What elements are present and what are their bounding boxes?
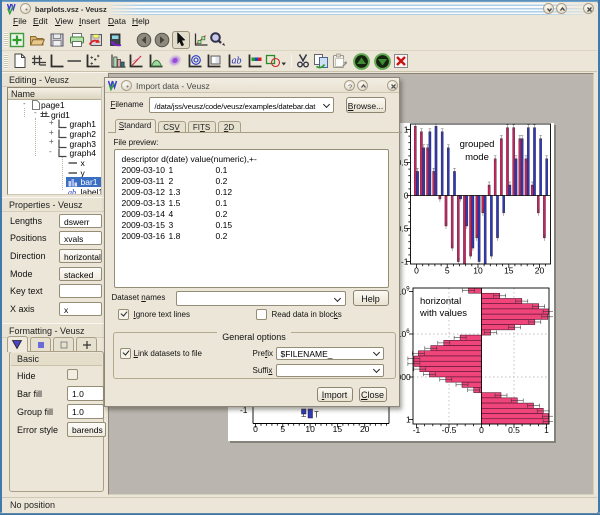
svg-text:20: 20 <box>360 424 370 434</box>
svg-text:15: 15 <box>504 266 514 276</box>
svg-text:5: 5 <box>280 424 285 434</box>
svg-text:0: 0 <box>414 266 419 276</box>
svg-text:grouped: grouped <box>460 139 495 150</box>
svg-text:0: 0 <box>253 424 258 434</box>
svg-text:ab: ab <box>68 188 76 195</box>
svg-text:0: 0 <box>404 191 409 201</box>
svg-text:1: 1 <box>544 425 549 435</box>
svg-text:15: 15 <box>333 424 343 434</box>
svg-text:-1: -1 <box>401 257 409 267</box>
svg-text:1: 1 <box>404 125 409 135</box>
svg-text:0: 0 <box>479 425 484 435</box>
svg-text:10: 10 <box>305 424 315 434</box>
svg-text:20: 20 <box>535 266 545 276</box>
svg-text:-1: -1 <box>413 425 421 435</box>
svg-text:ab: ab <box>231 56 241 67</box>
svg-text:0.5: 0.5 <box>508 425 520 435</box>
svg-text:mode: mode <box>465 152 489 163</box>
svg-text:5: 5 <box>445 266 450 276</box>
svg-text:with values: with values <box>419 308 467 319</box>
svg-text:horizontal: horizontal <box>420 296 461 307</box>
svg-text:10: 10 <box>473 266 483 276</box>
svg-text:1: 1 <box>406 415 411 425</box>
svg-text:-0.5: -0.5 <box>442 425 457 435</box>
